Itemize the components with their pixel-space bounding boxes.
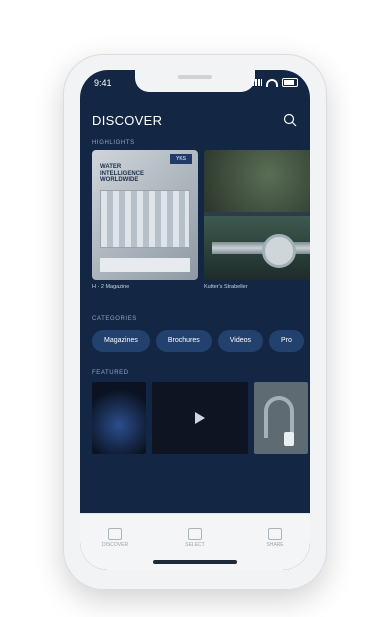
magazine-cover-image: WATER INTELLIGENCE WORLDWIDE YKS <box>92 150 198 280</box>
categories-label: CATEGORIES <box>92 316 137 322</box>
wifi-icon <box>266 78 278 87</box>
featured-tile-video[interactable] <box>152 382 248 454</box>
page-title: DISCOVER <box>92 113 163 128</box>
magazine-cover-badge: YKS <box>170 154 192 164</box>
tab-select-label: SELECT <box>185 542 205 548</box>
featured-label: FEATURED <box>92 370 129 376</box>
featured-row[interactable] <box>92 382 310 454</box>
magazine-cover-strip <box>100 258 190 272</box>
search-icon[interactable] <box>282 112 298 128</box>
status-time: 9:41 <box>94 78 112 88</box>
highlights-label: HIGHLIGHTS <box>92 140 135 146</box>
battery-icon <box>282 78 298 87</box>
magazine-cover-photo <box>100 190 190 248</box>
category-chip-pro[interactable]: Pro <box>269 330 304 352</box>
discover-icon <box>108 528 122 540</box>
categories-row[interactable]: Magazines Brochures Videos Pro <box>92 330 310 354</box>
home-indicator <box>153 560 237 564</box>
highlight-card-magazine[interactable]: WATER INTELLIGENCE WORLDWIDE YKS <box>92 150 198 280</box>
category-chip-brochures[interactable]: Brochures <box>155 330 212 352</box>
highlight-caption-2: Kutter's Strabeller <box>204 284 248 290</box>
select-icon <box>188 528 202 540</box>
meter-shape <box>262 234 296 268</box>
header: DISCOVER <box>92 112 298 130</box>
signal-icon <box>252 79 262 86</box>
category-chip-videos[interactable]: Videos <box>217 330 264 352</box>
highlight-caption-1: H · 2 Magazine <box>92 284 130 290</box>
glass-icon <box>284 432 294 446</box>
featured-tile-3[interactable] <box>254 382 308 454</box>
meter-photo <box>204 216 310 280</box>
tab-discover-label: DISCOVER <box>101 542 129 548</box>
aerial-photo <box>204 150 310 212</box>
magazine-cover-title: WATER INTELLIGENCE WORLDWIDE <box>100 164 145 184</box>
status-bar: 9:41 <box>92 78 298 90</box>
status-icons <box>252 78 298 87</box>
highlights-carousel[interactable]: WATER INTELLIGENCE WORLDWIDE YKS H · 2 M… <box>92 150 310 300</box>
tab-share-label: SHARE <box>266 542 284 548</box>
app-screen: 9:41 DISCOVER HIGHLIGHTS WATER INTELLIGE… <box>80 70 310 570</box>
category-chip-magazines[interactable]: Magazines <box>92 330 150 352</box>
play-icon[interactable] <box>195 412 205 424</box>
featured-tile-1[interactable] <box>92 382 146 454</box>
tab-bar: DISCOVER SELECT SHARE <box>80 513 310 570</box>
tab-share[interactable]: SHARE <box>250 528 300 548</box>
highlight-card-photo[interactable] <box>204 150 310 280</box>
tab-discover[interactable]: DISCOVER <box>90 528 140 548</box>
tab-select[interactable]: SELECT <box>170 528 220 548</box>
share-icon <box>268 528 282 540</box>
